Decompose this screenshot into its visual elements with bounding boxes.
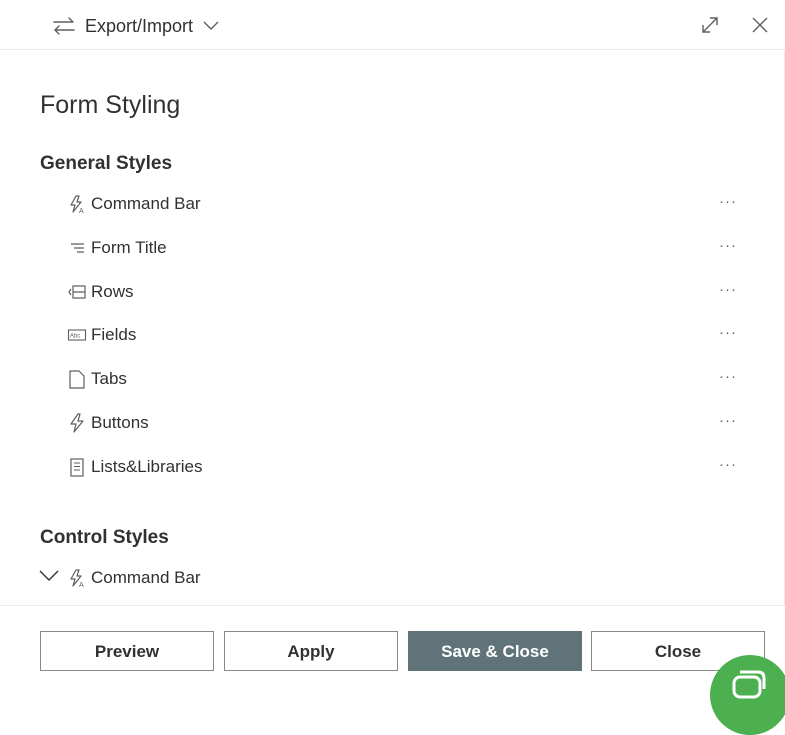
- chevron-down-icon[interactable]: [38, 565, 60, 587]
- top-bar: Export/Import: [0, 0, 785, 50]
- preview-button[interactable]: Preview: [40, 631, 214, 671]
- svg-text:A: A: [79, 582, 84, 588]
- more-options-button[interactable]: ···: [716, 413, 740, 432]
- footer-actions: Preview Apply Save & Close Close: [0, 605, 785, 692]
- more-options-button[interactable]: ···: [716, 325, 740, 344]
- fields-icon: Abc: [66, 324, 88, 346]
- command-bar-icon: A: [66, 567, 88, 589]
- more-options-button[interactable]: ···: [716, 282, 740, 301]
- general-style-item-label: Fields: [91, 325, 137, 344]
- apply-button[interactable]: Apply: [224, 631, 398, 671]
- general-style-item-command-bar[interactable]: A Command Bar ···: [66, 189, 746, 219]
- general-style-item-label: Rows: [91, 282, 134, 301]
- general-style-item-label: Command Bar: [91, 194, 201, 213]
- general-styles-heading: General Styles: [40, 153, 173, 174]
- general-style-item-label: Buttons: [91, 413, 149, 432]
- general-style-item-form-title[interactable]: Form Title ···: [66, 233, 746, 263]
- export-import-button[interactable]: Export/Import: [52, 12, 219, 40]
- more-options-button[interactable]: ···: [716, 238, 740, 257]
- more-options-button[interactable]: ···: [716, 457, 740, 476]
- control-style-item-command-bar[interactable]: A Command Bar: [66, 563, 746, 593]
- general-style-item-tabs[interactable]: Tabs ···: [66, 364, 746, 394]
- buttons-icon: [66, 412, 88, 434]
- chevron-down-icon: [203, 21, 219, 31]
- styling-panel: Form Styling General Styles A Command Ba…: [0, 51, 785, 605]
- general-style-item-buttons[interactable]: Buttons ···: [66, 408, 746, 438]
- svg-text:Abc: Abc: [70, 334, 80, 340]
- general-style-item-fields[interactable]: Abc Fields ···: [66, 320, 746, 350]
- command-bar-icon: A: [66, 193, 88, 215]
- general-style-item-rows[interactable]: Rows ···: [66, 277, 746, 307]
- general-style-item-label: Form Title: [91, 238, 167, 257]
- chat-icon: [728, 669, 768, 704]
- more-options-button[interactable]: ···: [716, 194, 740, 213]
- general-style-item-label: Lists&Libraries: [91, 457, 203, 476]
- close-icon[interactable]: [749, 14, 771, 36]
- swap-arrows-icon: [52, 17, 76, 35]
- general-style-item-lists-libraries[interactable]: Lists&Libraries ···: [66, 452, 746, 482]
- control-styles-heading: Control Styles: [40, 527, 169, 548]
- export-import-label: Export/Import: [85, 15, 194, 36]
- page-title: Form Styling: [40, 91, 181, 119]
- more-options-button[interactable]: ···: [716, 369, 740, 388]
- lists-libraries-icon: [66, 456, 88, 478]
- rows-icon: [66, 281, 88, 303]
- save-close-button[interactable]: Save & Close: [408, 631, 582, 671]
- control-style-item-label: Command Bar: [91, 568, 201, 587]
- general-style-item-label: Tabs: [91, 369, 127, 388]
- svg-text:A: A: [79, 208, 84, 214]
- chat-launcher-button[interactable]: [710, 655, 785, 735]
- form-title-icon: [66, 237, 88, 259]
- expand-icon[interactable]: [699, 14, 721, 36]
- tabs-icon: [66, 368, 88, 390]
